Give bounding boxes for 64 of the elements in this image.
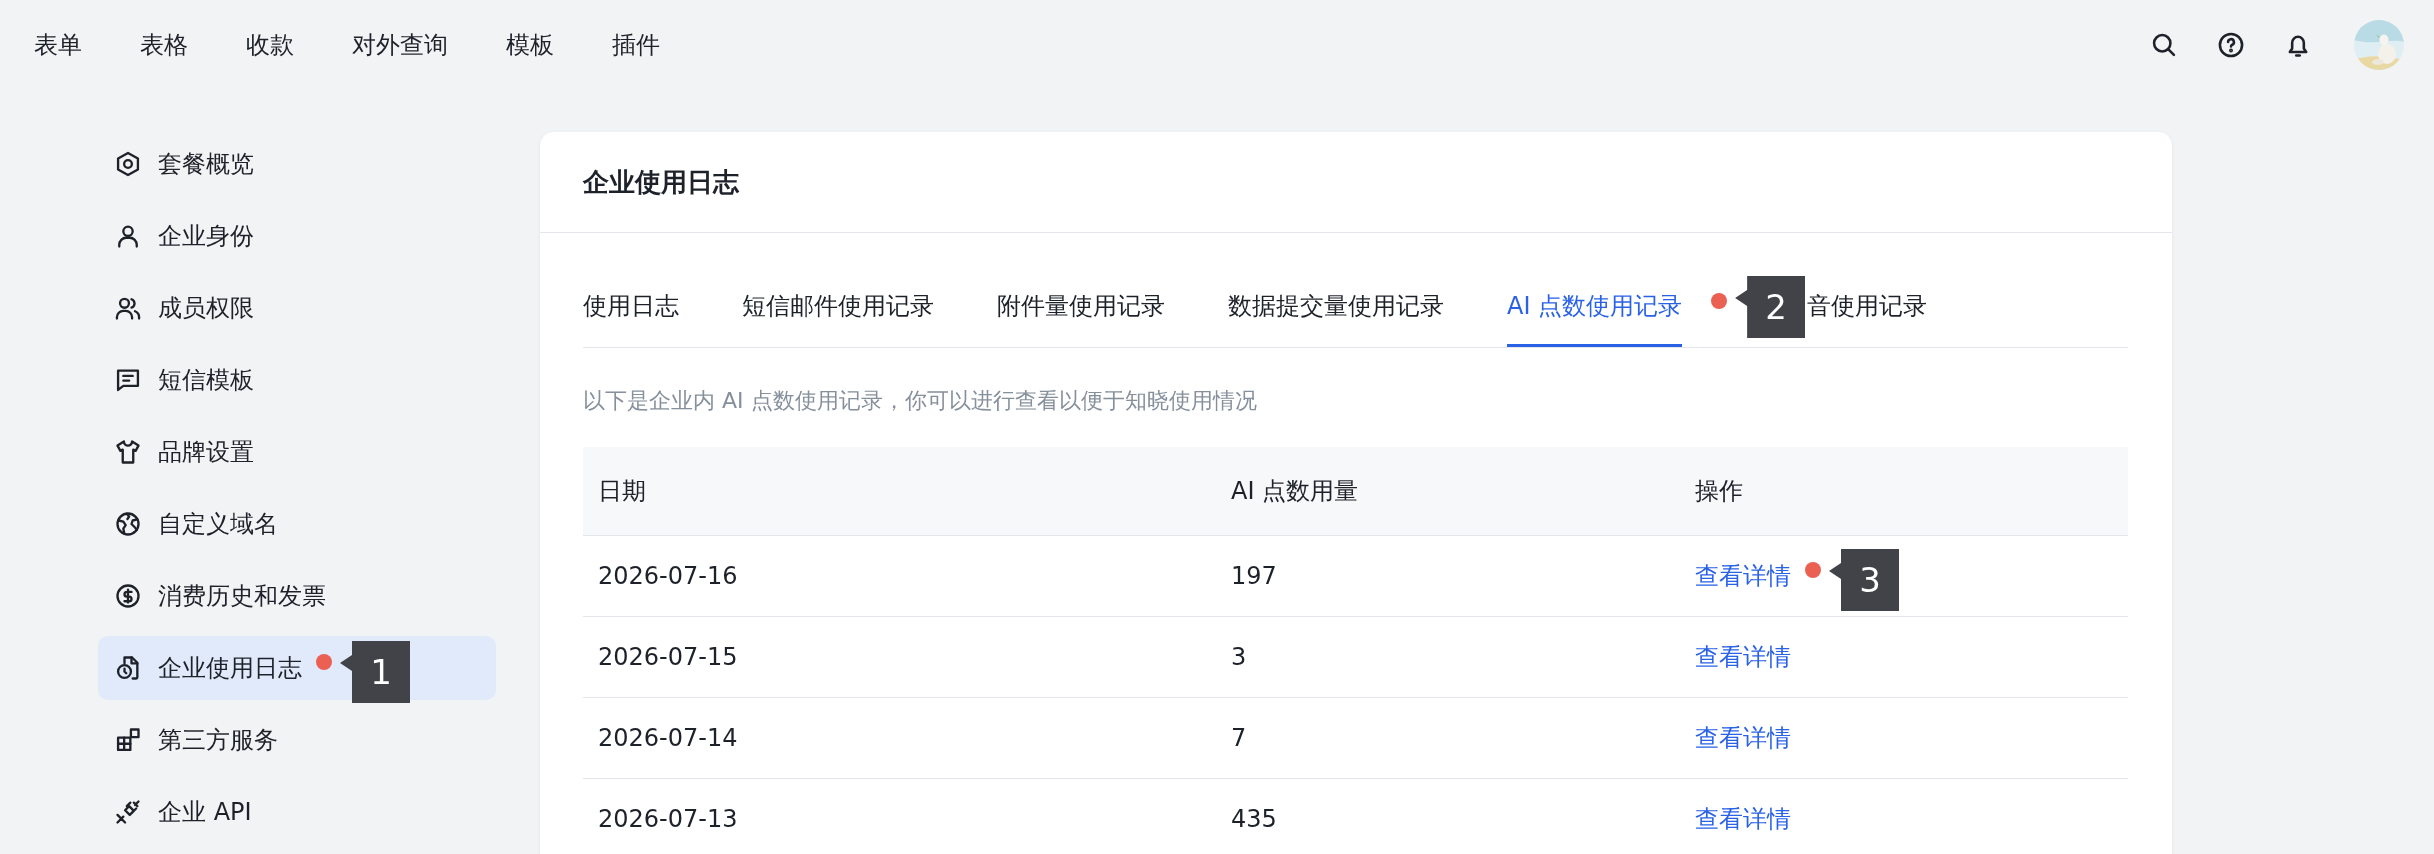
dollar-icon — [114, 582, 142, 610]
sidebar-item-label: 企业使用日志 — [158, 653, 302, 684]
view-details-link[interactable]: 查看详情 — [1695, 641, 1791, 673]
sidebar-item-label: 企业 API — [158, 797, 252, 828]
sidebar-item[interactable]: 企业使用日志 1 — [98, 636, 496, 700]
sidebar-item-label: 短信模板 — [158, 365, 254, 396]
nav-link[interactable]: 表格 — [140, 29, 188, 61]
annotation-marker: 1 — [340, 641, 410, 703]
table-cell-text: 7 — [1230, 723, 1248, 754]
table-cell-text: 2026-07-16 — [597, 561, 739, 592]
annotation-marker: 3 — [1829, 549, 1899, 611]
column-header: 日期 — [597, 476, 647, 507]
sidebar-item[interactable]: 短信模板 — [98, 348, 496, 412]
globe-icon — [114, 510, 142, 538]
search-icon[interactable] — [2150, 31, 2178, 59]
sidebar-item[interactable]: 品牌设置 — [98, 420, 496, 484]
column-header: 操作 — [1694, 476, 1744, 507]
view-details-link[interactable]: 查看详情 — [1695, 803, 1791, 835]
card-title: 企业使用日志 — [583, 165, 739, 199]
table-cell-text: 2026-07-13 — [597, 804, 739, 835]
sidebar-item-label: 自定义域名 — [158, 509, 278, 540]
nav-link[interactable]: 模板 — [506, 29, 554, 61]
sidebar-item[interactable]: 消费历史和发票 — [98, 564, 496, 628]
sidebar-item-label: 套餐概览 — [158, 149, 254, 180]
tab[interactable]: AI 点数使用记录 — [1507, 267, 1683, 347]
sidebar-item[interactable]: 自定义域名 — [98, 492, 496, 556]
annotation-dot-icon — [316, 654, 332, 670]
hexagon-icon — [114, 150, 142, 178]
sidebar-item-label: 成员权限 — [158, 293, 254, 324]
plug-icon — [114, 798, 142, 826]
sidebar-item-label: 第三方服务 — [158, 725, 278, 756]
view-details-link[interactable]: 查看详情 — [1695, 722, 1791, 754]
table-cell-text: 435 — [1230, 804, 1278, 835]
sidebar-item-label: 品牌设置 — [158, 437, 254, 468]
sidebar-item-label: 消费历史和发票 — [158, 581, 326, 612]
annotation-dot-icon — [1805, 562, 1821, 578]
blocks-icon — [114, 726, 142, 754]
table-cell-text: 2026-07-14 — [597, 723, 739, 754]
tab[interactable]: 短信邮件使用记录 — [742, 267, 934, 347]
nav-link[interactable]: 插件 — [612, 29, 660, 61]
sidebar-item[interactable]: 企业 API — [98, 780, 496, 844]
table-cell-text: 3 — [1230, 642, 1248, 673]
nav-link[interactable]: 对外查询 — [352, 29, 448, 61]
sidebar-item[interactable]: 第三方服务 — [98, 708, 496, 772]
table-cell-text: 197 — [1230, 561, 1278, 592]
tab[interactable]: 使用日志 — [583, 267, 679, 347]
sidebar-item[interactable]: 套餐概览 — [98, 132, 496, 196]
tab[interactable]: 数据提交量使用记录 — [1228, 267, 1444, 347]
column-header: AI 点数用量 — [1230, 476, 1360, 507]
table-cell-text: 2026-07-15 — [597, 642, 739, 673]
document-clock-icon — [114, 654, 142, 682]
tab[interactable]: 附件量使用记录 — [997, 267, 1165, 347]
shirt-icon — [114, 438, 142, 466]
nav-link[interactable]: 表单 — [34, 29, 82, 61]
sidebar-item-label: 企业身份 — [158, 221, 254, 252]
tab[interactable]: 音使用记录 — [1807, 267, 1928, 347]
annotation-marker: 2 — [1735, 276, 1806, 338]
description-text: 以下是企业内 AI 点数使用记录，你可以进行查看以便于知晓使用情况 — [583, 387, 1258, 415]
sidebar-item[interactable]: 成员权限 — [98, 276, 496, 340]
help-icon[interactable] — [2217, 31, 2245, 59]
view-details-link[interactable]: 查看详情 — [1695, 560, 1791, 592]
annotation-dot-icon — [1711, 293, 1728, 309]
sidebar-item[interactable]: 企业身份 — [98, 204, 496, 268]
nav-link[interactable]: 收款 — [246, 29, 294, 61]
